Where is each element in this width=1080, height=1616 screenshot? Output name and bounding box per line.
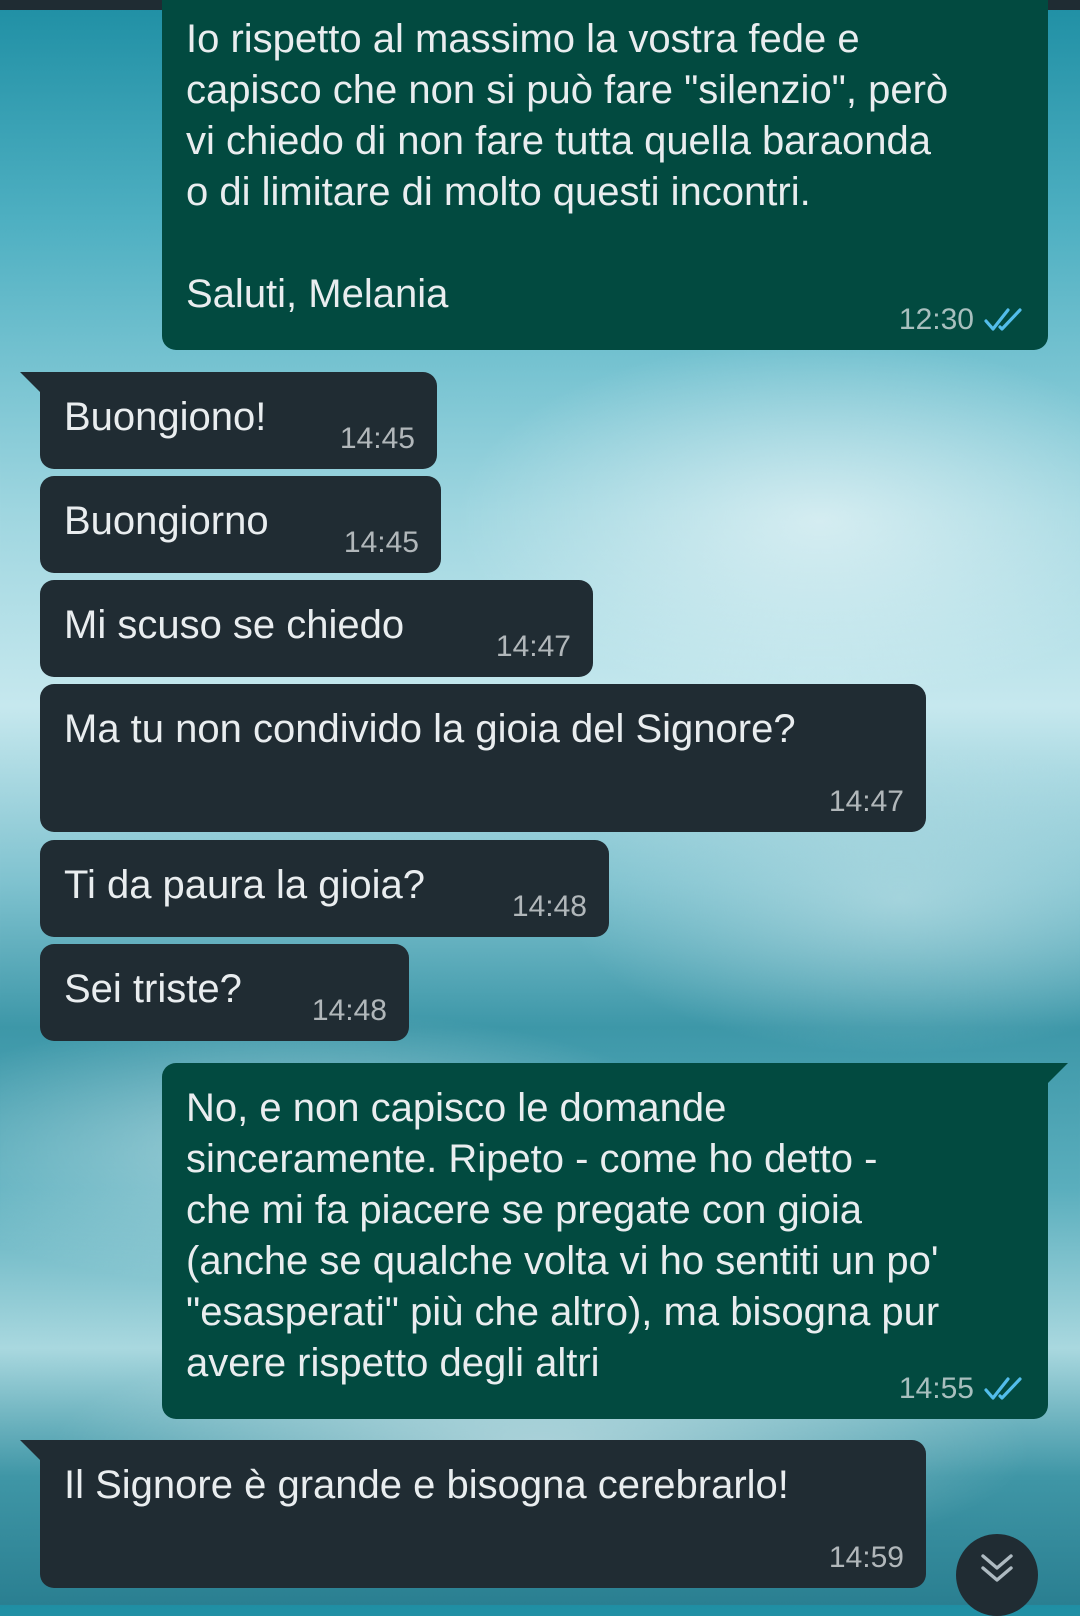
bubble-tail [20,1440,42,1462]
message-meta: 14:45 [344,527,419,559]
message-time: 14:45 [339,422,415,455]
message-meta: 14:47 [496,631,571,663]
message-meta: 14:48 [512,891,587,923]
message-text: Ma tu non condivido la gioia del Signore… [64,707,796,751]
incoming-message-bubble[interactable]: Il Signore è grande e bisogna cerebrarlo… [20,1440,926,1588]
message-time: 14:47 [495,630,571,663]
incoming-message-bubble[interactable]: Sei triste? 14:48 [40,944,409,1041]
double-chevron-down-icon [981,1554,1013,1582]
message-text: Il Signore è grande e bisogna cerebrarlo… [64,1463,789,1507]
message-meta: 14:59 [829,1542,904,1574]
incoming-message-bubble[interactable]: Ma tu non condivido la gioia del Signore… [40,684,926,832]
read-double-check-icon [984,308,1022,331]
message-meta: 14:47 [829,786,904,818]
message-time: 14:47 [828,785,904,818]
message-meta: 14:55 [899,1373,1026,1405]
message-text: Ti da paura la gioia? [64,863,425,907]
bubble-tail [1046,1063,1068,1085]
outgoing-message-bubble[interactable]: Io rispetto al massimo la vostra fede e … [162,0,1048,350]
incoming-message-bubble[interactable]: Buongiono! 14:45 [20,372,437,469]
incoming-message-bubble[interactable]: Mi scuso se chiedo 14:47 [40,580,593,677]
message-text: No, e non capisco le domande sincerament… [186,1086,940,1385]
read-double-check-icon [984,1377,1022,1400]
message-text: Io rispetto al massimo la vostra fede e … [186,17,949,316]
message-meta: 12:30 [899,304,1026,336]
message-time: 14:55 [898,1372,974,1405]
scroll-to-bottom-button[interactable] [956,1534,1038,1616]
incoming-message-bubble[interactable]: Buongiorno 14:45 [40,476,441,573]
message-meta: 14:48 [312,995,387,1027]
message-time: 12:30 [898,303,974,336]
message-time: 14:48 [511,890,587,923]
message-time: 14:45 [343,526,419,559]
incoming-message-bubble[interactable]: Ti da paura la gioia? 14:48 [40,840,609,937]
message-time: 14:48 [311,994,387,1027]
message-meta: 14:45 [340,423,415,455]
bubble-tail [20,372,42,394]
outgoing-message-bubble[interactable]: No, e non capisco le domande sincerament… [162,1063,1068,1419]
message-time: 14:59 [828,1541,904,1574]
